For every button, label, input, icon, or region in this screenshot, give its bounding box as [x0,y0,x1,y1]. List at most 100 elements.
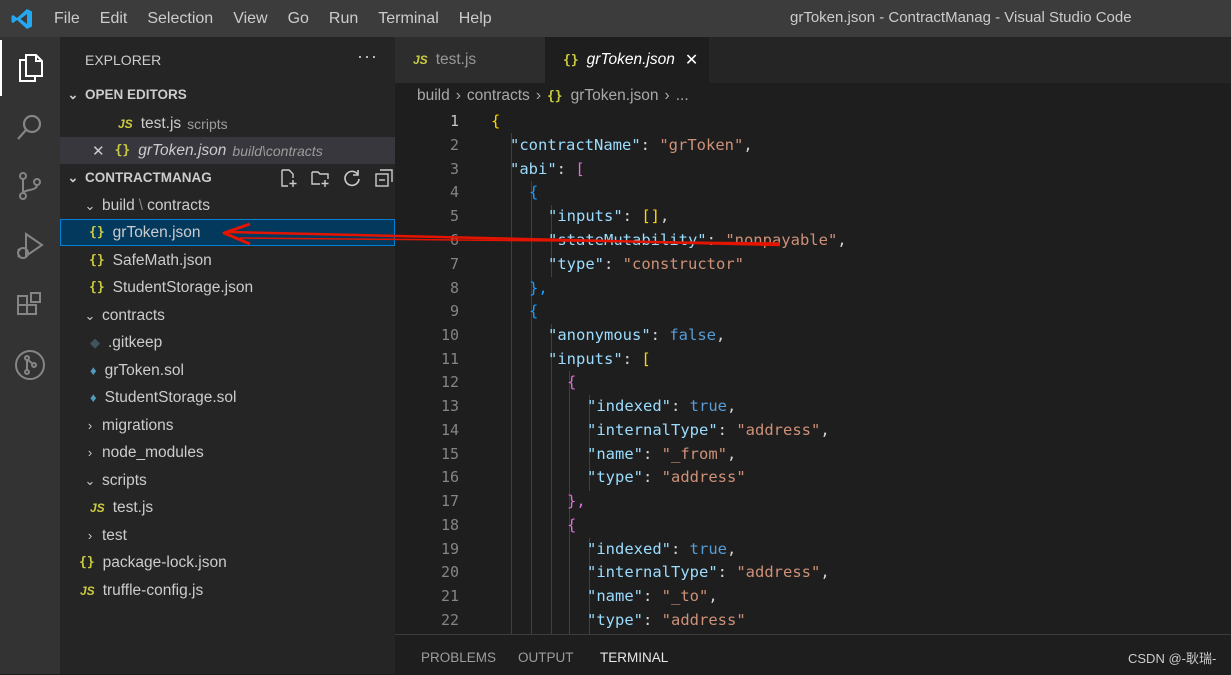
menu-run[interactable]: Run [329,10,358,28]
code-line: "inputs": [], [548,207,670,225]
chevron-right-icon: › [87,445,93,460]
extensions-activity[interactable] [0,278,60,334]
line-number: 17 [440,492,459,510]
path-separator: \ [138,196,144,214]
json-file-icon: {} [546,88,563,104]
folder-name: test [102,526,127,544]
tab-grtoken-json[interactable]: {} grToken.json ✕ [545,37,709,83]
refresh-icon[interactable] [342,168,362,188]
code-line: "contractName": "grToken", [510,136,753,154]
tree-item-test-js[interactable]: JS test.js [60,494,395,521]
explorer-activity[interactable] [0,40,60,96]
open-editor-name: test.js [140,114,182,132]
tab-terminal[interactable]: TERMINAL [600,650,668,665]
breadcrumb-item[interactable]: grToken.json [571,87,659,105]
tree-item-studentstorage-json[interactable]: {} StudentStorage.json [60,274,395,301]
source-control-activity[interactable] [0,158,60,214]
run-debug-activity[interactable] [0,218,60,274]
folder-migrations[interactable]: › migrations [60,412,395,439]
open-editor-path: build\contracts [232,142,323,159]
file-name: grToken.json [112,223,201,241]
file-name: StudentStorage.json [112,278,254,296]
folder-name: scripts [102,471,147,489]
collapse-all-icon[interactable] [374,168,394,188]
line-number: 13 [440,397,459,415]
open-editor-path: scripts [187,115,228,132]
folder-contracts[interactable]: ⌄ contracts [60,302,395,329]
folder-node-modules[interactable]: › node_modules [60,439,395,466]
breadcrumb-item[interactable]: contracts [467,87,530,105]
open-editor-item[interactable]: JS test.js scripts [60,110,395,137]
code-line: }, [567,492,586,510]
folder-scripts[interactable]: ⌄ scripts [60,467,395,494]
new-folder-icon[interactable] [310,168,330,188]
extensions-icon [17,292,41,315]
close-icon[interactable]: ✕ [92,142,105,160]
close-icon[interactable]: ✕ [685,50,698,70]
line-number: 14 [440,421,459,439]
file-name: StudentStorage.sol [104,388,237,406]
open-editor-name: grToken.json [138,141,227,159]
explorer-actions [278,168,394,188]
line-number: 15 [440,445,459,463]
code-line: "indexed": true, [587,397,737,415]
tab-problems[interactable]: PROBLEMS [421,650,496,665]
tree-item-safemath-json[interactable]: {} SafeMath.json [60,247,395,274]
breadcrumb-item[interactable]: ... [676,87,689,105]
line-number: 11 [440,350,459,368]
chevron-right-icon: › [664,87,670,104]
git-graph-activity[interactable] [0,337,60,393]
tree-item-gitkeep[interactable]: ◆ .gitkeep [60,329,395,356]
line-number: 2 [449,136,459,154]
file-name: test.js [112,498,154,516]
file-name: grToken.sol [104,361,184,379]
line-number: 22 [440,611,459,629]
tree-item-grtoken-sol[interactable]: ♦ grToken.sol [60,357,395,384]
menu-view[interactable]: View [233,10,267,28]
explorer-title: EXPLORER [85,52,162,68]
code-line: { [567,516,577,534]
breadcrumb: build › contracts › {} grToken.json › ..… [417,87,689,105]
indent-guide [511,133,512,634]
menu-go[interactable]: Go [288,10,309,28]
menu-help[interactable]: Help [459,10,492,28]
folder-test[interactable]: › test [60,522,395,549]
code-line: "indexed": true, [587,540,737,558]
code-line: "name": "_from", [587,445,737,463]
chevron-down-icon: ⌄ [84,472,96,488]
code-line: }, [529,279,548,297]
line-number: 20 [440,563,459,581]
line-number: 6 [449,231,459,249]
line-number: 8 [449,279,459,297]
json-file-icon: {} [563,52,579,68]
line-number: 4 [449,183,459,201]
chevron-right-icon: › [87,528,93,543]
line-number: 19 [440,540,459,558]
tree-item-package-lock-json[interactable]: {} package-lock.json [60,549,395,576]
open-editors-header[interactable]: ⌄ OPEN EDITORS [60,81,395,108]
search-icon [17,114,42,140]
more-actions-icon[interactable]: ··· [357,46,378,67]
solidity-file-icon: ♦ [90,363,97,378]
editor-tabs: JS test.js {} grToken.json ✕ [395,37,1231,83]
breadcrumb-item[interactable]: build [417,87,450,105]
title-bar: File Edit Selection View Go Run Terminal… [0,0,1231,37]
search-activity[interactable] [0,99,60,155]
tree-item-studentstorage-sol[interactable]: ♦ StudentStorage.sol [60,384,395,411]
menu-file[interactable]: File [54,10,80,28]
line-number: 7 [449,255,459,273]
open-editor-item[interactable]: ✕ {} grToken.json build\contracts [60,137,395,164]
tab-output[interactable]: OUTPUT [518,650,574,665]
menu-terminal[interactable]: Terminal [378,10,438,28]
tree-item-grtoken-json[interactable]: {} grToken.json [60,219,395,246]
code-line: "inputs": [ [548,350,651,368]
menu-selection[interactable]: Selection [147,10,213,28]
tab-test-js[interactable]: JS test.js [395,37,545,83]
folder-build-contracts[interactable]: ⌄ build \ contracts [60,192,395,219]
menu-edit[interactable]: Edit [100,10,128,28]
code-line: { [529,302,539,320]
activity-bar [0,37,60,674]
folder-name: build [102,196,135,214]
tree-item-truffle-config-js[interactable]: JS truffle-config.js [60,577,395,604]
new-file-icon[interactable] [278,168,298,188]
